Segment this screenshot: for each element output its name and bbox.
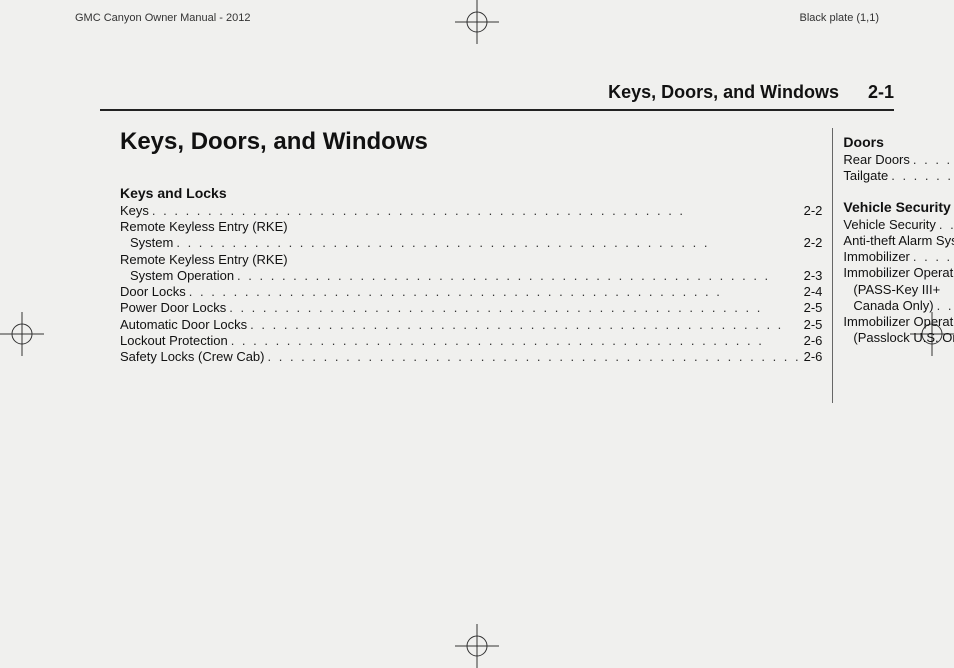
toc-entry-row: Anti-theft Alarm System . . . . . . . . … [843, 233, 954, 249]
manual-title: GMC Canyon Owner Manual - 2012 [75, 12, 250, 24]
toc-entry-row: Canada Only) . . . . . . . . . . . . . .… [843, 298, 954, 314]
toc-entry-label: Vehicle Security [843, 217, 936, 233]
toc-entry-label: Keys [120, 203, 149, 219]
toc-entry-label: Immobilizer Operation [843, 314, 954, 330]
toc-entry-label: Door Locks [120, 284, 186, 300]
toc-entry: Lockout Protection . . . . . . . . . . .… [120, 333, 822, 349]
toc-entry-page: 2-3 [804, 268, 823, 284]
toc-entry-label: System Operation [130, 268, 234, 284]
toc-entry: Immobilizer Operation(Passlock U.S. Only… [843, 314, 954, 347]
toc-entry: Remote Keyless Entry (RKE)System . . . .… [120, 219, 822, 252]
toc-entry: Remote Keyless Entry (RKE)System Operati… [120, 252, 822, 285]
toc-leader-dots: . . . . . . . . . . . . . . . . . . . . … [186, 284, 804, 300]
toc-leader-dots: . . . . . . . . . . . . . . . . . . . . … [934, 298, 954, 314]
toc-columns: Keys, Doors, and Windows Keys and Locks Ke… [110, 128, 894, 403]
toc-column: Doors Rear Doors . . . . . . . . . . . . … [832, 128, 954, 403]
toc-entry: Safety Locks (Crew Cab) . . . . . . . . … [120, 349, 822, 365]
toc-leader-dots: . . . . . . . . . . . . . . . . . . . . … [149, 203, 804, 219]
toc-entry: Keys . . . . . . . . . . . . . . . . . .… [120, 203, 822, 219]
section-page: 2-1 [868, 82, 894, 102]
toc-entry: Vehicle Security . . . . . . . . . . . .… [843, 217, 954, 233]
toc-entry-page: 2-2 [804, 235, 823, 251]
toc-entry-label: Immobilizer [843, 249, 909, 265]
toc-entry-label: Lockout Protection [120, 333, 228, 349]
toc-entry-row: Lockout Protection . . . . . . . . . . .… [120, 333, 822, 349]
toc-entry-page: 2-2 [804, 203, 823, 219]
toc-entry-row: Immobilizer . . . . . . . . . . . . . . … [843, 249, 954, 265]
toc-entry-row: (Passlock U.S. Only) . . . . . . . . . .… [843, 330, 954, 346]
top-meta-bar: GMC Canyon Owner Manual - 2012 Black pla… [75, 12, 879, 24]
toc-leader-dots: . . . . . . . . . . . . . . . . . . . . … [910, 249, 954, 265]
toc-leader-dots: . . . . . . . . . . . . . . . . . . . . … [936, 217, 954, 233]
toc-entry-label: Anti-theft Alarm System [843, 233, 954, 249]
toc-leader-dots: . . . . . . . . . . . . . . . . . . . . … [247, 317, 803, 333]
toc-entry: Automatic Door Locks . . . . . . . . . .… [120, 317, 822, 333]
toc-entry-row: Safety Locks (Crew Cab) . . . . . . . . … [120, 349, 822, 365]
toc-entry-row: Tailgate . . . . . . . . . . . . . . . .… [843, 168, 954, 184]
toc-entry-label: Immobilizer Operation [843, 265, 954, 281]
toc-leader-dots: . . . . . . . . . . . . . . . . . . . . … [173, 235, 803, 251]
toc-entry-label: Remote Keyless Entry (RKE) [120, 252, 288, 268]
toc-leader-dots: . . . . . . . . . . . . . . . . . . . . … [265, 349, 804, 365]
plate-label: Black plate (1,1) [800, 12, 879, 24]
toc-entry-row: System . . . . . . . . . . . . . . . . .… [120, 235, 822, 251]
toc-entry-page: 2-5 [804, 317, 823, 333]
toc-entry-row: Automatic Door Locks . . . . . . . . . .… [120, 317, 822, 333]
toc-entry-label: Canada Only) [853, 298, 933, 314]
toc-column: Keys, Doors, and Windows Keys and Locks Ke… [110, 128, 832, 403]
toc-entry-page: 2-5 [804, 300, 823, 316]
toc-entry-continuation: (PASS-Key III+ [843, 282, 954, 298]
toc-entry-label: Rear Doors [843, 152, 909, 168]
toc-leader-dots: . . . . . . . . . . . . . . . . . . . . … [226, 300, 803, 316]
toc-entry-label: System [130, 235, 173, 251]
registration-mark-icon [0, 312, 44, 356]
toc-leader-dots: . . . . . . . . . . . . . . . . . . . . … [888, 168, 954, 184]
toc-entry-page: 2-4 [804, 284, 823, 300]
toc-entry: Tailgate . . . . . . . . . . . . . . . .… [843, 168, 954, 184]
toc-entry: Power Door Locks . . . . . . . . . . . .… [120, 300, 822, 316]
registration-mark-icon [455, 624, 499, 668]
toc-group-title: Keys and Locks [120, 185, 822, 201]
toc-entry-row: Door Locks . . . . . . . . . . . . . . .… [120, 284, 822, 300]
section-header: Keys, Doors, and Windows 2-1 [100, 82, 894, 111]
toc-entry-label: Power Door Locks [120, 300, 226, 316]
toc-group-title: Doors [843, 134, 954, 150]
toc-entry: Immobilizer Operation(PASS-Key III+Canad… [843, 265, 954, 314]
toc-entry-row: Rear Doors . . . . . . . . . . . . . . .… [843, 152, 954, 168]
toc-leader-dots: . . . . . . . . . . . . . . . . . . . . … [234, 268, 804, 284]
toc-entry: Rear Doors . . . . . . . . . . . . . . .… [843, 152, 954, 168]
toc-group-title: Vehicle Security [843, 199, 954, 215]
toc-entry-page: 2-6 [804, 333, 823, 349]
toc-entry: Door Locks . . . . . . . . . . . . . . .… [120, 284, 822, 300]
toc-leader-dots: . . . . . . . . . . . . . . . . . . . . … [228, 333, 804, 349]
toc-entry-label: Automatic Door Locks [120, 317, 247, 333]
toc-entry-label: (Passlock U.S. Only) [853, 330, 954, 346]
toc-entry-page: 2-6 [804, 349, 823, 365]
toc-entry-label: Tailgate [843, 168, 888, 184]
toc-entry-row: Power Door Locks . . . . . . . . . . . .… [120, 300, 822, 316]
page: GMC Canyon Owner Manual - 2012 Black pla… [0, 0, 954, 668]
chapter-title: Keys, Doors, and Windows [120, 128, 822, 157]
toc-entry: Anti-theft Alarm System . . . . . . . . … [843, 233, 954, 249]
toc-entry-label: Remote Keyless Entry (RKE) [120, 219, 288, 235]
toc-entry-row: Keys . . . . . . . . . . . . . . . . . .… [120, 203, 822, 219]
toc-entry-label: Safety Locks (Crew Cab) [120, 349, 265, 365]
toc-entry: Immobilizer . . . . . . . . . . . . . . … [843, 249, 954, 265]
toc-entry-row: System Operation . . . . . . . . . . . .… [120, 268, 822, 284]
section-title: Keys, Doors, and Windows [608, 82, 839, 102]
toc-entry-row: Vehicle Security . . . . . . . . . . . .… [843, 217, 954, 233]
toc-leader-dots: . . . . . . . . . . . . . . . . . . . . … [910, 152, 954, 168]
